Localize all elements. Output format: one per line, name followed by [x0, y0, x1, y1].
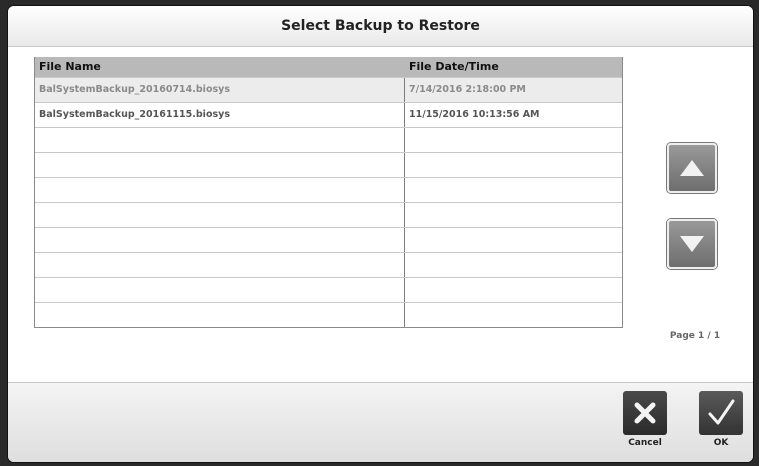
triangle-down-icon: [680, 236, 704, 252]
column-header-file-name[interactable]: File Name: [35, 57, 405, 77]
table-row[interactable]: [35, 202, 622, 227]
dialog-footer: Cancel OK: [8, 382, 753, 462]
checkmark-icon: [708, 399, 735, 425]
ok-button[interactable]: OK: [698, 391, 744, 448]
dialog-content: File Name File Date/Time BalSystemBackup…: [8, 47, 753, 382]
table-row[interactable]: BalSystemBackup_20160714.biosys 7/14/2016…: [35, 77, 622, 102]
file-date-time-cell: [405, 253, 622, 277]
file-name-cell: [35, 153, 405, 177]
file-date-time-cell: [405, 178, 622, 202]
column-header-file-date-time[interactable]: File Date/Time: [405, 57, 622, 77]
file-name-cell: [35, 228, 405, 252]
restore-dialog: Select Backup to Restore File Name File …: [8, 6, 753, 462]
scroll-up-button[interactable]: [667, 143, 717, 193]
table-row[interactable]: [35, 252, 622, 277]
cancel-button-face[interactable]: [623, 391, 667, 435]
ok-label: OK: [713, 438, 729, 448]
table-row[interactable]: [35, 127, 622, 152]
file-date-time-cell: [405, 228, 622, 252]
file-date-time-cell: 7/14/2016 2:18:00 PM: [409, 84, 526, 95]
table-row[interactable]: [35, 302, 622, 327]
file-name-cell: [35, 253, 405, 277]
file-date-time-cell: [405, 203, 622, 227]
file-name-cell: [35, 278, 405, 302]
file-name-cell: BalSystemBackup_20161115.biosys: [35, 103, 405, 127]
file-date-time-cell: [405, 128, 622, 152]
backup-table: File Name File Date/Time BalSystemBackup…: [34, 57, 623, 328]
table-row[interactable]: BalSystemBackup_20161115.biosys 11/15/201…: [35, 102, 622, 127]
file-name-cell: [35, 178, 405, 202]
table-row[interactable]: [35, 277, 622, 302]
file-date-time-cell: [405, 153, 622, 177]
ok-button-face[interactable]: [699, 391, 743, 435]
file-name-cell: [35, 303, 405, 327]
file-name-cell: BalSystemBackup_20160714.biosys: [35, 78, 405, 102]
cancel-button[interactable]: Cancel: [622, 391, 668, 448]
table-row[interactable]: [35, 177, 622, 202]
file-date-time-cell: 11/15/2016 10:13:56 AM: [409, 109, 540, 120]
x-icon: [634, 402, 656, 424]
page-indicator: Page 1 / 1: [669, 331, 721, 341]
table-row[interactable]: [35, 227, 622, 252]
file-date-time-cell: [405, 278, 622, 302]
triangle-up-icon: [680, 160, 704, 176]
table-header: File Name File Date/Time: [35, 57, 622, 77]
file-name-cell: [35, 203, 405, 227]
table-row[interactable]: [35, 152, 622, 177]
file-date-time-cell: [405, 303, 622, 327]
dialog-title: Select Backup to Restore: [8, 6, 753, 47]
scroll-down-button[interactable]: [667, 219, 717, 269]
cancel-label: Cancel: [628, 438, 662, 448]
file-name-cell: [35, 128, 405, 152]
